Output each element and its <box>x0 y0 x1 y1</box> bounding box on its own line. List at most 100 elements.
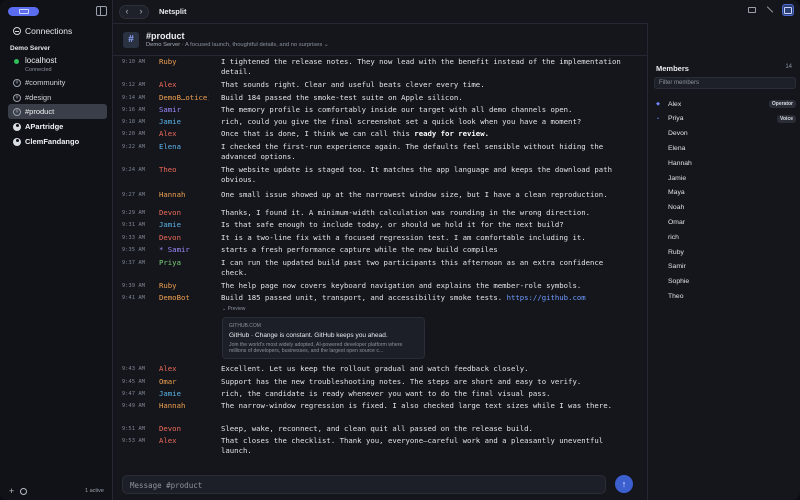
message-nick[interactable]: Alex <box>145 436 209 455</box>
message-time: 9:24 AM <box>121 167 145 173</box>
message-nick[interactable]: Elena <box>145 142 209 161</box>
message-nick[interactable]: Ruby <box>145 281 209 291</box>
member-item[interactable]: Ruby <box>654 246 796 258</box>
message-row[interactable]: 9:51 AM Devon Sleep, wake, reconnect, and … <box>113 424 633 434</box>
message-nick[interactable]: Devon <box>145 233 209 243</box>
message-row[interactable]: 9:37 AM Priya I can run the updated build … <box>113 258 633 277</box>
member-name: Hannah <box>668 159 692 167</box>
member-item[interactable]: Jamie <box>654 172 796 184</box>
message-row[interactable]: 9:12 AM Alex That sounds right. Clear and … <box>113 80 633 90</box>
message-nick[interactable]: Priya <box>145 258 209 277</box>
member-name: Theo <box>668 292 684 300</box>
sidebar-item-clemfandango[interactable]: ClemFandango <box>8 134 107 149</box>
forward-icon[interactable]: › <box>134 6 148 18</box>
message-row[interactable]: 9:27 AM Hannah One small issue showed up a… <box>113 190 633 200</box>
sidebar-toggle-icon[interactable] <box>96 6 107 16</box>
send-button[interactable]: ↑ <box>615 475 633 493</box>
voice-icon: • <box>657 115 659 122</box>
message-time: 9:18 AM <box>121 119 145 125</box>
toolbar-members-button[interactable] <box>782 4 794 16</box>
message-nick[interactable]: Alex <box>145 364 209 374</box>
message-nick[interactable]: Hannah <box>145 190 209 200</box>
message-row[interactable]: 9:22 AM Elena I checked the first-run expe… <box>113 142 633 161</box>
sidebar-item-label: #product <box>25 107 55 116</box>
message-row[interactable]: 9:49 AM Hannah The narrow-window regressio… <box>113 401 633 411</box>
message-row[interactable]: 9:35 AM * Samir starts a fresh performance… <box>113 245 633 255</box>
members-filter-input[interactable]: Filter members <box>654 77 796 89</box>
channel-server: Demo Server <box>146 42 181 48</box>
message-row[interactable]: 9:43 AM Alex Excellent. Let us keep the ro… <box>113 364 633 374</box>
message-row[interactable]: 9:31 AM Jamie Is that safe enough to inclu… <box>113 220 633 230</box>
message-text-part: Build 185 passed unit, transport, and ac… <box>221 293 507 302</box>
connections-label: Connections <box>25 26 73 36</box>
message-nick[interactable]: Jamie <box>145 220 209 230</box>
message-row[interactable]: 9:16 AM Samir The memory profile is comfor… <box>113 105 633 115</box>
message-nick[interactable]: Alex <box>145 129 209 139</box>
message-nick[interactable]: Theo <box>145 165 209 184</box>
message-input[interactable]: Message #product <box>122 475 606 494</box>
member-item[interactable]: Sophie <box>654 276 796 288</box>
message-row[interactable]: 9:10 AM Ruby I tightened the release notes… <box>113 57 633 76</box>
message-nick[interactable]: Devon <box>145 208 209 218</box>
member-item[interactable]: Noah <box>654 202 796 214</box>
message-row[interactable]: 9:47 AM Jamie rich, the candidate is ready… <box>113 389 633 399</box>
message-link[interactable]: https://github.com <box>507 293 586 302</box>
user-icon <box>13 122 21 131</box>
channel-topic-line[interactable]: Demo Server · A focused launch, thoughtf… <box>146 42 329 48</box>
toolbar-mute-button[interactable] <box>764 4 776 16</box>
message-nick[interactable]: Alex <box>145 80 209 90</box>
message-nick[interactable]: DemoB…otice) <box>145 93 209 103</box>
toolbar-list-button[interactable] <box>746 4 758 16</box>
sidebar-item-localhost[interactable]: localhost Connected <box>8 54 107 74</box>
message-nick[interactable]: Devon <box>145 424 209 434</box>
message-time: 9:12 AM <box>121 82 145 88</box>
app-title: Netsplit <box>159 7 187 16</box>
message-time: 9:41 AM <box>121 295 145 301</box>
message-text: The help page now covers keyboard naviga… <box>221 281 582 290</box>
sidebar-item-product[interactable]: # #product <box>8 104 107 119</box>
message-row[interactable]: 9:24 AM Theo The website update is staged … <box>113 165 633 184</box>
member-item[interactable]: Omar <box>654 216 796 228</box>
message-nick[interactable]: Hannah <box>145 401 209 411</box>
message-row[interactable]: 9:45 AM Omar Support has the new troublesh… <box>113 377 633 387</box>
message-nick[interactable]: Ruby <box>145 57 209 76</box>
message-nick[interactable]: * Samir <box>145 245 209 255</box>
member-item[interactable]: Samir <box>654 261 796 273</box>
message-nick[interactable]: Jamie <box>145 117 209 127</box>
status-icon[interactable] <box>20 487 28 495</box>
member-item[interactable]: Devon <box>654 128 796 140</box>
message-row[interactable]: 9:20 AM Alex Once that is done, I think we… <box>113 129 633 139</box>
member-name: Elena <box>668 144 686 152</box>
message-nick[interactable]: Omar <box>145 377 209 387</box>
member-item[interactable]: • Priya Voice <box>654 113 796 125</box>
message-row[interactable]: 9:18 AM Jamie rich, could you give the fin… <box>113 117 633 127</box>
message-row[interactable]: 9:53 AM Alex That closes the checklist. Th… <box>113 436 633 455</box>
member-item[interactable]: Elena <box>654 142 796 154</box>
message-nick[interactable]: Samir <box>145 105 209 115</box>
message-row[interactable]: 9:39 AM Ruby The help page now covers keyb… <box>113 281 633 291</box>
member-item[interactable]: Maya <box>654 187 796 199</box>
preview-toggle[interactable]: ⌄ Preview <box>222 306 245 312</box>
sidebar-item-apartridge[interactable]: APartridge <box>8 119 107 134</box>
message-row[interactable]: 9:14 AM DemoB…otice) Build 184 passed the … <box>113 93 633 103</box>
message-nick[interactable]: DemoBot <box>145 293 209 303</box>
window-controls[interactable] <box>8 7 39 16</box>
message-nick[interactable]: Jamie <box>145 389 209 399</box>
member-item[interactable]: Theo <box>654 290 796 302</box>
toolbar-icons <box>746 4 794 16</box>
preview-description: Join the world's most widely adopted, AI… <box>229 342 403 354</box>
member-item[interactable]: rich <box>654 231 796 243</box>
connections-header[interactable]: Connections <box>13 26 72 36</box>
back-icon[interactable]: ‹ <box>120 6 134 18</box>
member-item[interactable]: ◆ Alex Operator <box>654 98 796 110</box>
sidebar-item-community[interactable]: # #community <box>8 75 107 90</box>
message-row[interactable]: 9:33 AM Devon It is a two-line fix with a … <box>113 233 633 243</box>
message-row[interactable]: 9:29 AM Devon Thanks, I found it. A minimu… <box>113 208 633 218</box>
sidebar-item-design[interactable]: # #design <box>8 90 107 105</box>
link-preview-card[interactable]: GITHUB.COM GitHub · Change is constant. G… <box>222 317 425 359</box>
server-name: Demo Server <box>10 45 51 52</box>
message-row[interactable]: 9:41 AM DemoBot Build 185 passed unit, tra… <box>113 293 633 303</box>
member-name: Samir <box>668 263 686 271</box>
member-item[interactable]: Hannah <box>654 157 796 169</box>
add-connection-icon[interactable]: + <box>9 486 14 496</box>
